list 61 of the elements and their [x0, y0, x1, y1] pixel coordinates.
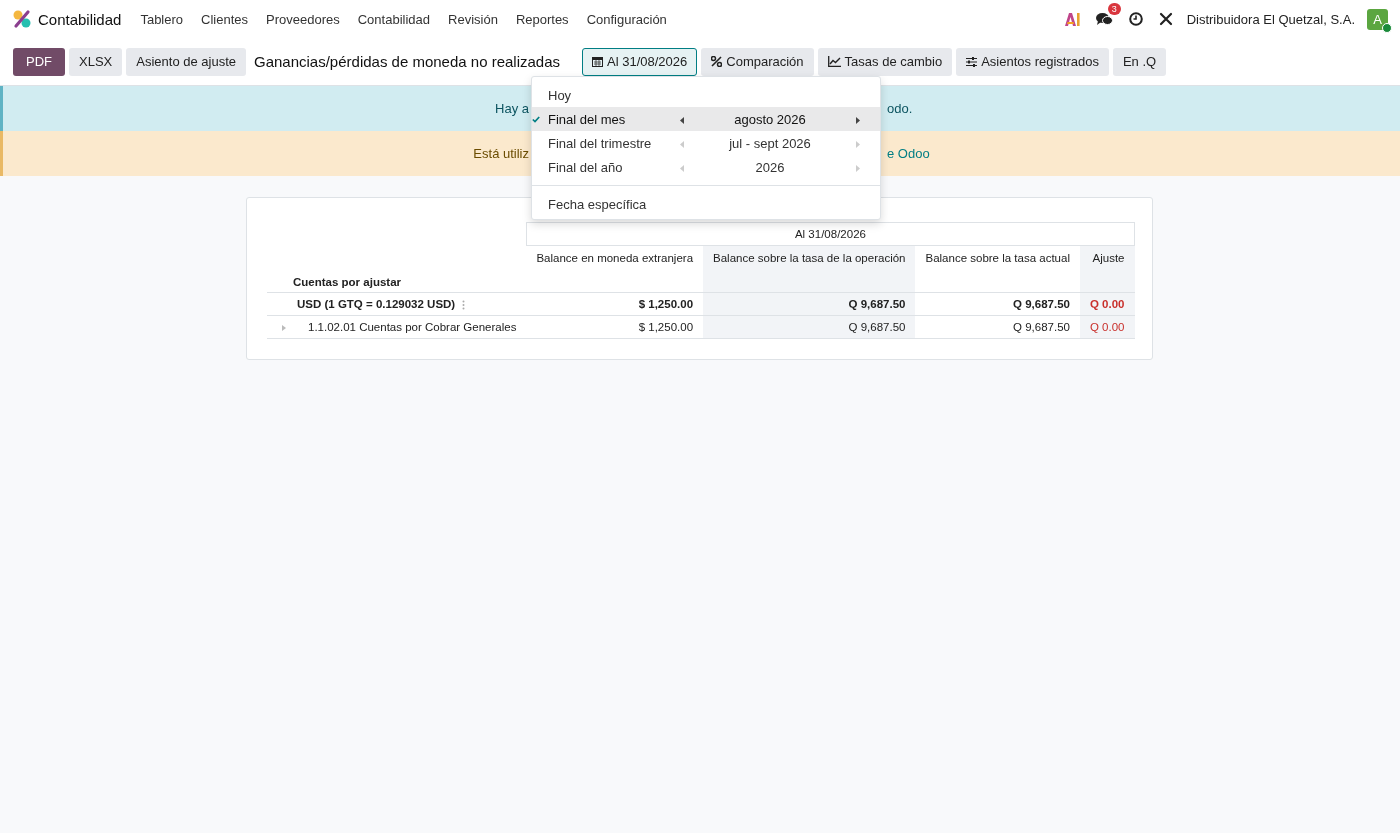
date-option[interactable]: Final del mes agosto 2026	[532, 107, 880, 131]
menu-item[interactable]: Proveedores	[257, 11, 349, 27]
period-label: agosto 2026	[733, 111, 807, 127]
previous-arrow-icon[interactable]	[680, 116, 684, 124]
app-logo-icon[interactable]	[12, 9, 32, 29]
account-name[interactable]: 1.1.02.01 Cuentas por Cobrar Generales	[308, 321, 517, 333]
adjustment-entry-button[interactable]: Asiento de ajuste	[126, 47, 246, 76]
filter-button[interactable]: En .Q	[1112, 47, 1167, 76]
app-name[interactable]: Contabilidad	[38, 10, 122, 28]
filter-button[interactable]: Tasas de cambio	[817, 47, 953, 76]
calendar-icon	[592, 56, 604, 67]
period-label: 2026	[754, 159, 786, 175]
section-label: Cuentas por ajustar	[267, 245, 527, 293]
period-header: Al 31/08/2026	[526, 222, 1135, 246]
next-arrow-icon[interactable]	[856, 116, 860, 124]
filter-button[interactable]: Asientos registrados	[956, 47, 1109, 76]
amount-cell: Q 9,687.50	[915, 292, 1080, 316]
ai-icon[interactable]	[1064, 12, 1080, 26]
amount-cell: Q 0.00	[1079, 292, 1135, 316]
column-header: Ajuste	[1079, 245, 1135, 293]
tools-icon[interactable]	[1158, 12, 1173, 26]
banner-text: odo.	[887, 101, 913, 116]
amount-cell: Q 0.00	[1079, 315, 1135, 339]
date-option[interactable]: Hoy	[532, 83, 880, 107]
xlsx-button[interactable]: XLSX	[69, 47, 123, 76]
banner-text: Está utiliz	[473, 146, 529, 161]
chat-icon[interactable]	[1095, 12, 1113, 26]
amount-cell: Q 9,687.50	[703, 292, 916, 316]
amount-cell: Q 9,687.50	[915, 315, 1080, 339]
option-label: Hoy	[548, 87, 573, 103]
date-option[interactable]: Fecha específica	[532, 192, 880, 216]
column-header: Balance sobre la tasa de la operación	[703, 245, 916, 293]
option-label: Final del año	[548, 159, 624, 175]
menu-item[interactable]: Revisión	[439, 11, 507, 27]
option-label: Final del trimestre	[548, 135, 653, 151]
menu-item[interactable]: Clientes	[192, 11, 257, 27]
sliders-icon	[966, 56, 978, 67]
period-label: jul - sept 2026	[728, 135, 812, 151]
report-title: Ganancias/pérdidas de moneda no realizadas	[254, 53, 561, 70]
banner-link[interactable]: e Odoo	[887, 146, 930, 161]
percent-icon	[711, 56, 723, 67]
company-name[interactable]: Distribuidora El Quetzal, S.A.	[1186, 11, 1355, 27]
currency-group-name: USD (1 GTQ = 0.129032 USD)	[297, 298, 456, 310]
clock-icon[interactable]	[1128, 12, 1143, 26]
amount-cell: $ 1,250.00	[526, 315, 704, 339]
menu-item[interactable]: Contabilidad	[348, 11, 439, 27]
column-header: Balance sobre la tasa actual	[915, 245, 1080, 293]
filter-button[interactable]: Al 31/08/2026	[582, 47, 698, 76]
menu-item[interactable]: Reportes	[506, 11, 578, 27]
pdf-button[interactable]: PDF	[13, 47, 65, 76]
menu-item[interactable]: Tablero	[131, 11, 193, 27]
amount-cell: Q 9,687.50	[703, 315, 916, 339]
line-chart-icon	[827, 56, 841, 67]
menu-item[interactable]: Configuración	[577, 11, 676, 27]
filter-button[interactable]: Comparación	[701, 47, 814, 76]
check-icon	[532, 115, 540, 123]
notification-badge: 3	[1107, 3, 1121, 15]
option-label: Final del mes	[548, 111, 627, 127]
option-label: Fecha específica	[548, 196, 648, 212]
banner-text: Hay a	[495, 101, 529, 116]
column-header: Balance en moneda extranjera	[526, 245, 704, 293]
